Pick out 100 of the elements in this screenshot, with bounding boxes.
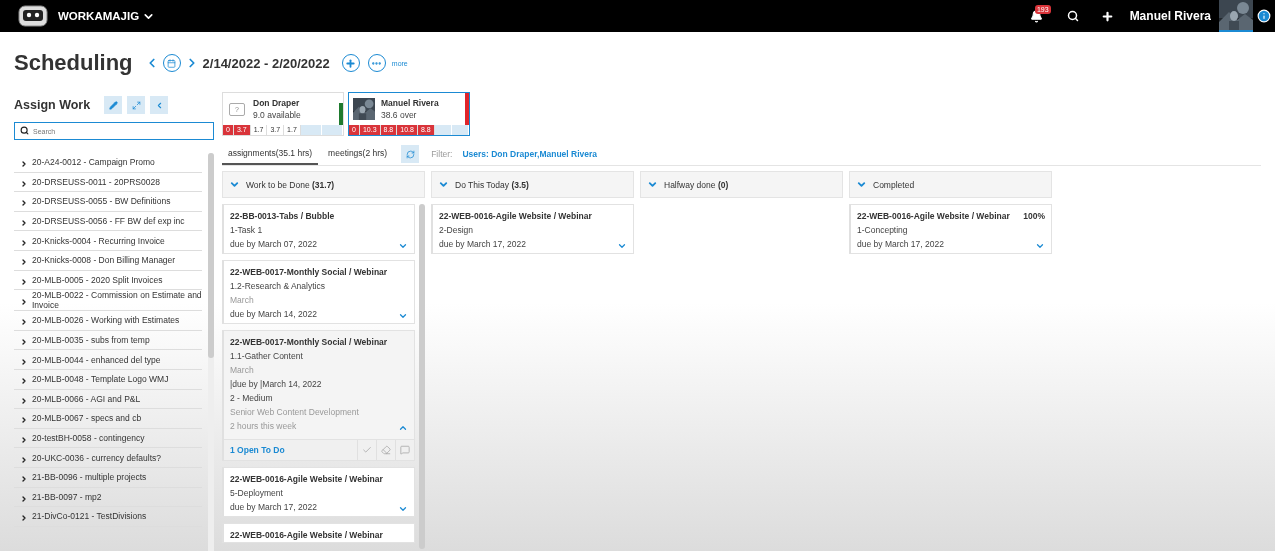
expand-icon	[131, 100, 141, 110]
chevron-right-icon	[20, 396, 28, 405]
filter-label: Filter:	[431, 149, 453, 159]
filter-link[interactable]: Users: Don Draper,Manuel Rivera	[462, 149, 598, 159]
project-item[interactable]: 20-DRSEUSS-0011 - 20PRS0028	[14, 172, 202, 193]
card-detail: March	[230, 365, 254, 375]
card-title: 22-WEB-0016-Agile Website / Webinar	[857, 211, 1010, 221]
card-detail: due by March 17, 2022	[439, 239, 526, 249]
column-header[interactable]: Work to be Done (31.7)	[222, 171, 425, 198]
project-item[interactable]: 20-A24-0012 - Campaign Promo	[14, 153, 202, 173]
card-title: 22-BB-0013-Tabs / Bubble	[230, 211, 335, 221]
search-icon[interactable]	[1066, 10, 1079, 22]
chevron-down-icon	[647, 179, 658, 190]
card-detail: 1.2-Research & Analytics	[230, 281, 325, 291]
edit-button[interactable]	[104, 96, 123, 114]
project-item[interactable]: 20-MLB-0067 - specs and cb	[14, 409, 202, 429]
plus-icon[interactable]	[1100, 9, 1114, 23]
refresh-icon	[405, 149, 415, 159]
task-card[interactable]: 22-WEB-0016-Agile Website / Webinar 5-Deployment due by March 17, 2022	[222, 467, 415, 517]
pencil-icon	[108, 100, 118, 110]
chevron-right-icon	[20, 475, 28, 484]
chevron-right-icon	[20, 494, 28, 503]
expand-button[interactable]	[127, 96, 146, 114]
column-header[interactable]: Completed	[849, 171, 1052, 198]
page-title: Scheduling	[14, 50, 133, 76]
card-detail: 2-Design	[439, 225, 474, 235]
chevron-right-icon	[20, 298, 28, 307]
card-detail: due by March 07, 2022	[230, 239, 317, 249]
chevron-right-icon	[20, 160, 28, 169]
project-item[interactable]: 20-testBH-0058 - contingency	[14, 428, 202, 449]
card-title: 22-WEB-0017-Monthly Social / Webinar	[230, 267, 388, 277]
search-icon	[20, 126, 29, 135]
calendar-button[interactable]	[162, 54, 181, 72]
column-header[interactable]: Halfway done (0)	[640, 171, 843, 198]
project-item[interactable]: 21-DivCo-0121 - TestDivisions	[14, 507, 202, 527]
project-item[interactable]: 20-MLB-0022 - Commission on Estimate and Invoice	[14, 290, 202, 312]
robot-logo-icon[interactable]	[18, 5, 48, 27]
info-icon[interactable]	[1257, 9, 1271, 23]
project-item[interactable]: 20-UKC-0036 - currency defaults?	[14, 448, 202, 468]
chevron-right-icon	[20, 436, 28, 444]
assign-work-title: Assign Work	[14, 98, 91, 112]
project-item[interactable]: 20-MLB-0035 - subs from temp	[14, 330, 202, 351]
project-item[interactable]: 20-DRSEUSS-0056 - FF BW def exp inc	[14, 211, 202, 232]
chevron-down-icon	[438, 179, 449, 190]
column-title: Halfway done (0)	[664, 179, 729, 190]
task-card[interactable]: 22-BB-0013-Tabs / Bubble 1-Task 1 due by March 07, 2022	[222, 204, 415, 254]
card-detail: due by March 17, 2022	[857, 239, 944, 249]
check-icon	[362, 445, 372, 455]
scrollbar[interactable]	[208, 153, 214, 551]
project-item[interactable]: 20-MLB-0026 - Working with Estimates	[14, 311, 202, 331]
tab[interactable]: assignments(35.1 hrs)	[222, 143, 319, 165]
card-detail: March	[230, 295, 254, 305]
card-detail: due by March 17, 2022	[230, 502, 317, 512]
task-card[interactable]: 22-WEB-0016-Agile Website / Webinar 2-Design due by March 17, 2022	[431, 204, 634, 254]
tab[interactable]: meetings(2 hrs)	[322, 143, 394, 165]
resource-name: Manuel Rivera	[381, 98, 440, 108]
calendar-icon	[167, 58, 177, 68]
column-title: Do This Today (3.5)	[455, 179, 529, 190]
project-item[interactable]: 20-MLB-0066 - AGI and P&L	[14, 389, 202, 410]
more-button[interactable]	[367, 54, 386, 72]
add-button[interactable]	[341, 54, 360, 72]
task-card[interactable]: 22-WEB-0017-Monthly Social / Webinar 1.2-Research & Analytics March due by March 14, 2022	[222, 260, 415, 324]
brand-name[interactable]: WORKAMAJIG	[58, 10, 140, 22]
chevron-right-icon	[20, 277, 28, 286]
refresh-button[interactable]	[401, 145, 420, 163]
chevron-up-icon[interactable]	[398, 423, 408, 433]
column-header[interactable]: Do This Today (3.5)	[431, 171, 634, 198]
scrollbar[interactable]	[419, 204, 425, 549]
project-item[interactable]: 20-MLB-0005 - 2020 Split Invoices	[14, 270, 202, 291]
chevron-right-icon	[20, 514, 28, 523]
card-title: 22-WEB-0016-Agile Website / Webinar	[439, 211, 592, 221]
task-card[interactable]: 22-WEB-0016-Agile Website / Webinar 100% 1-Concepting due by March 17, 2022	[849, 204, 1052, 254]
chevron-right-icon	[20, 219, 28, 228]
project-item[interactable]: 21-BB-0096 - multiple projects	[14, 467, 202, 488]
project-item[interactable]: 21-BB-0097 - mp2	[14, 487, 202, 508]
project-item[interactable]: 20-MLB-0044 - enhanced del type	[14, 350, 202, 370]
task-card[interactable]: 22-WEB-0017-Monthly Social / Webinar 1.1-Gather Content March |due by |March 14, 2022 2 - Medium Senior Web Content Development 2 hours this week 1 Open To Do	[222, 330, 415, 461]
resource-name: Don Draper	[253, 98, 301, 108]
chevron-right-icon	[20, 258, 28, 267]
collapse-button[interactable]	[150, 96, 169, 114]
comment-icon	[400, 445, 410, 455]
project-item[interactable]: 20-MLB-0048 - Template Logo WMJ	[14, 369, 202, 390]
chevron-right-icon	[20, 318, 28, 327]
project-item[interactable]: 20-Knicks-0008 - Don Billing Manager	[14, 250, 202, 271]
card-detail: 1-Task 1	[230, 225, 263, 235]
chevron-right-icon	[20, 179, 28, 188]
card-title: 22-WEB-0016-Agile Website / Webinar	[230, 530, 383, 540]
user-name[interactable]: Manuel Rivera	[1129, 9, 1211, 23]
card-title: 22-WEB-0017-Monthly Social / Webinar	[230, 337, 388, 347]
card-detail: 2 hours this week	[230, 421, 297, 431]
chevron-right-icon	[20, 357, 28, 366]
card-detail: 5-Deployment	[230, 488, 283, 498]
card-title: 22-WEB-0016-Agile Website / Webinar	[230, 474, 383, 484]
project-item[interactable]: 20-DRSEUSS-0055 - BW Definitions	[14, 192, 202, 212]
plus-icon	[345, 57, 357, 69]
task-card[interactable]: 22-WEB-0016-Agile Website / Webinar	[222, 523, 415, 543]
card-detail: |due by |March 14, 2022	[230, 379, 322, 389]
date-range: 2/14/2022 - 2/20/2022	[202, 55, 330, 71]
project-item[interactable]: 20-Knicks-0004 - Recurring Invoice	[14, 231, 202, 251]
chevron-right-icon	[20, 238, 28, 247]
